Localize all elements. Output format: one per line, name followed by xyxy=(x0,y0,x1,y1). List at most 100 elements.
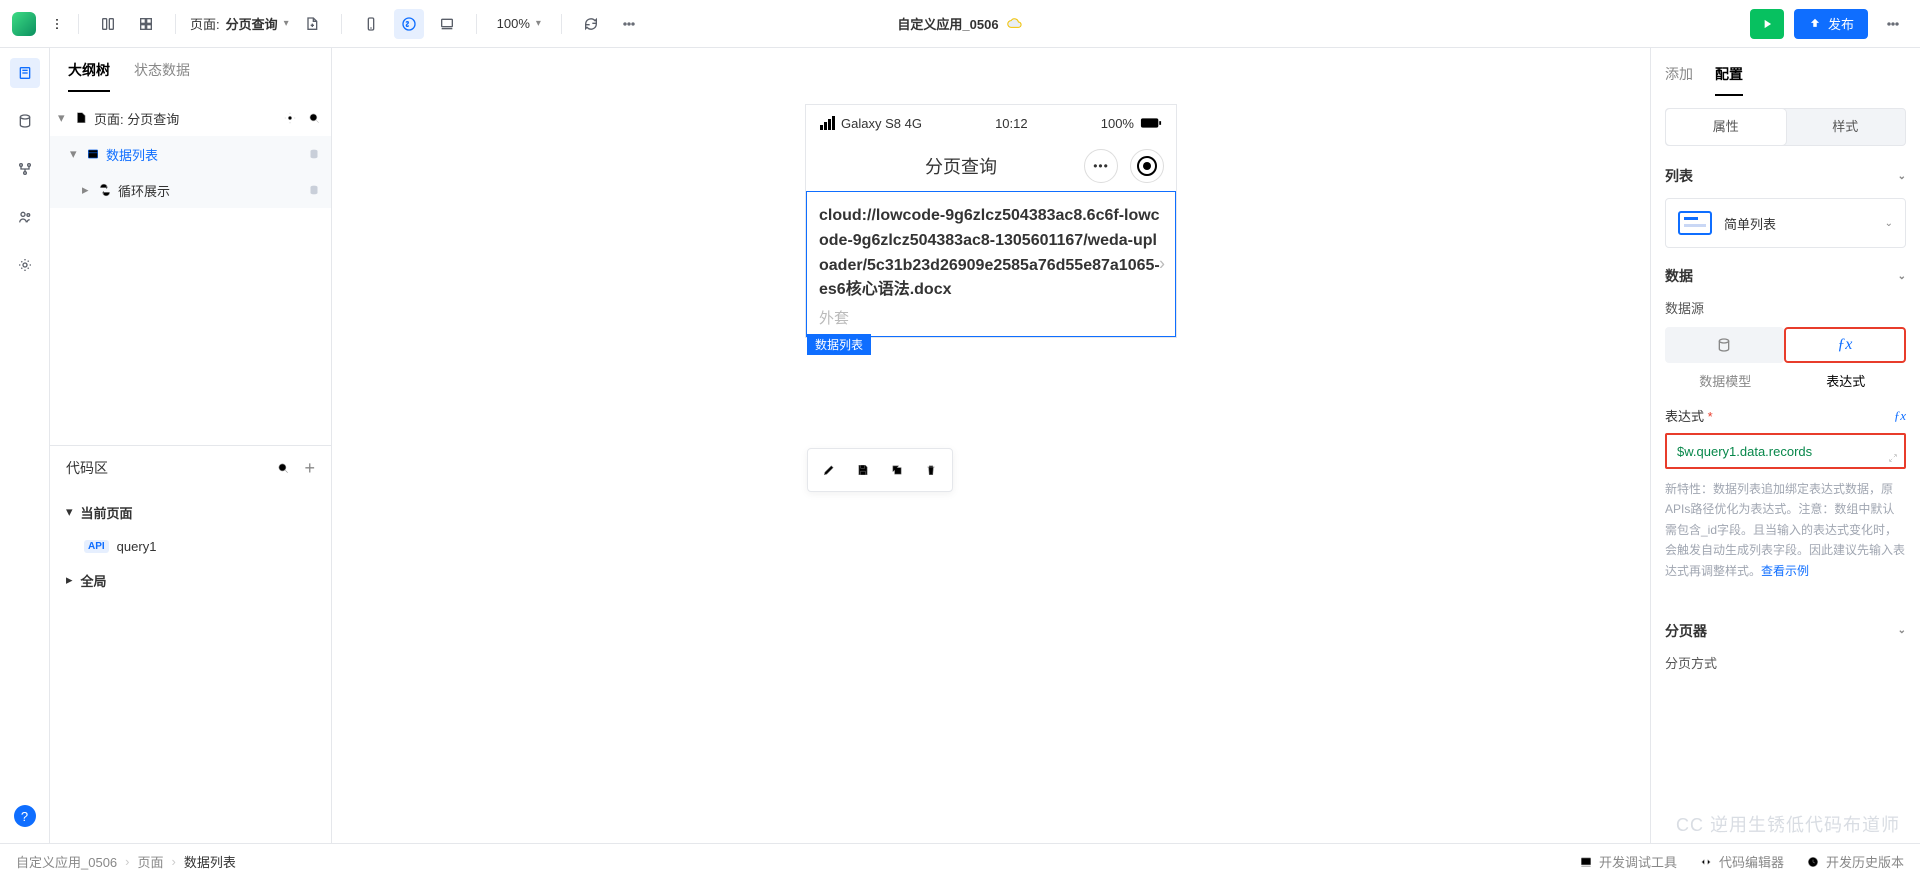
page-icon xyxy=(74,111,88,125)
datalist-item[interactable]: cloud://lowcode-9g6zlcz504383ac8.6c6f-lo… xyxy=(806,191,1176,337)
table-icon xyxy=(86,147,100,161)
bottom-bar: 自定义应用_0506› 页面› 数据列表 开发调试工具 代码编辑器 开发历史版本 xyxy=(0,843,1920,879)
item-title: cloud://lowcode-9g6zlcz504383ac8.6c6f-lo… xyxy=(819,204,1163,303)
section-data-header[interactable]: 数据⌄ xyxy=(1665,266,1906,286)
expression-hint: 新特性：数据列表追加绑定表达式数据，原APIs路径优化为表达式。注意：数组中默认… xyxy=(1665,479,1906,581)
tree-datalist-row[interactable]: ▾ 数据列表 xyxy=(50,136,331,172)
db-icon xyxy=(307,183,321,197)
rail-pages-icon[interactable] xyxy=(10,58,40,88)
list-thumb-icon xyxy=(1678,211,1712,235)
code-current-page[interactable]: ▾当前页面 xyxy=(50,495,331,529)
grid-icon[interactable] xyxy=(131,9,161,39)
code-query-item[interactable]: APIquery1 xyxy=(50,529,331,563)
expression-input[interactable]: $w.query1.data.records xyxy=(1665,433,1906,469)
page-selector[interactable]: 页面: 分页查询 ▾ xyxy=(190,14,289,33)
debug-tools[interactable]: 开发调试工具 xyxy=(1579,852,1677,871)
rail-flow-icon[interactable] xyxy=(10,154,40,184)
settings-more-icon[interactable] xyxy=(1878,9,1908,39)
new-page-icon[interactable] xyxy=(297,9,327,39)
ds-expr-button[interactable]: ƒx xyxy=(1784,327,1907,363)
outline-tree: ▾ 页面: 分页查询 ▾ 数据列表 ▸ 循环展示 xyxy=(50,92,331,216)
chevron-right-icon: › xyxy=(1159,254,1165,275)
db-icon xyxy=(307,147,321,161)
history-versions[interactable]: 开发历史版本 xyxy=(1806,852,1904,871)
seg-styles[interactable]: 样式 xyxy=(1786,109,1906,145)
search-icon[interactable] xyxy=(307,111,321,125)
expression-header: 表达式 ƒx xyxy=(1665,406,1906,425)
rail-users-icon[interactable] xyxy=(10,202,40,232)
datasource-label: 数据源 xyxy=(1665,298,1906,317)
canvas-area: Galaxy S8 4G 10:12 100% 分页查询 cloud://low… xyxy=(332,48,1650,843)
top-right: 发布 xyxy=(1750,9,1908,39)
mobile-icon[interactable] xyxy=(356,9,386,39)
desktop-icon[interactable] xyxy=(432,9,462,39)
mp-close-icon[interactable] xyxy=(1130,149,1164,183)
status-time: 10:12 xyxy=(995,116,1028,131)
zoom-selector[interactable]: 100%▾ xyxy=(491,16,547,31)
device-preview: Galaxy S8 4G 10:12 100% 分页查询 cloud://low… xyxy=(805,104,1177,338)
code-area-header: 代码区 + xyxy=(50,445,331,489)
left-panel: 大纲树 状态数据 ▾ 页面: 分页查询 ▾ 数据列表 ▸ xyxy=(50,48,332,843)
more-horizontal-icon[interactable] xyxy=(614,9,644,39)
prop-style-segment[interactable]: 属性 样式 xyxy=(1665,108,1906,146)
code-editor[interactable]: 代码编辑器 xyxy=(1699,852,1784,871)
fx-icon[interactable]: ƒx xyxy=(1894,408,1906,424)
more-vertical-icon[interactable] xyxy=(50,17,64,31)
pager-mode-label: 分页方式 xyxy=(1665,653,1906,672)
run-button[interactable] xyxy=(1750,9,1784,39)
loop-icon xyxy=(98,183,112,197)
rail-settings-icon[interactable] xyxy=(10,250,40,280)
expand-icon[interactable] xyxy=(1888,453,1898,463)
tab-state[interactable]: 状态数据 xyxy=(134,60,190,92)
left-rail: ? xyxy=(0,48,50,843)
mp-menu-icon[interactable] xyxy=(1084,149,1118,183)
right-panel: 添加 配置 属性 样式 列表⌄ 简单列表 ⌄ 数据⌄ 数据源 ƒx 数据模型 表… xyxy=(1650,48,1920,843)
edit-icon[interactable] xyxy=(812,455,846,485)
refresh-icon[interactable] xyxy=(576,9,606,39)
selection-tag: 数据列表 xyxy=(807,334,871,355)
right-tabs: 添加 配置 xyxy=(1665,64,1906,96)
item-subtitle: 外套 xyxy=(819,307,1163,328)
code-tree: ▾当前页面 APIquery1 ▸全局 xyxy=(50,489,331,603)
tree-loop-row[interactable]: ▸ 循环展示 xyxy=(50,172,331,208)
rail-database-icon[interactable] xyxy=(10,106,40,136)
ds-model-label: 数据模型 xyxy=(1665,371,1786,390)
tab-add[interactable]: 添加 xyxy=(1665,64,1693,96)
hint-link[interactable]: 查看示例 xyxy=(1761,564,1809,578)
publish-button[interactable]: 发布 xyxy=(1794,9,1868,39)
delete-icon[interactable] xyxy=(914,455,948,485)
code-global[interactable]: ▸全局 xyxy=(50,563,331,597)
miniprogram-icon[interactable] xyxy=(394,9,424,39)
section-pager-header[interactable]: 分页器⌄ xyxy=(1665,621,1906,641)
search-icon[interactable] xyxy=(276,461,290,475)
seg-properties[interactable]: 属性 xyxy=(1666,109,1786,145)
save-icon[interactable] xyxy=(846,455,880,485)
tab-config[interactable]: 配置 xyxy=(1715,64,1743,96)
crumb-current: 数据列表 xyxy=(184,852,236,871)
crumb-app[interactable]: 自定义应用_0506 xyxy=(16,852,117,871)
battery-icon xyxy=(1140,117,1162,129)
tree-page-row[interactable]: ▾ 页面: 分页查询 xyxy=(50,100,331,136)
selection-toolbar xyxy=(807,448,953,492)
help-icon[interactable]: ? xyxy=(14,805,36,827)
section-list-header[interactable]: 列表⌄ xyxy=(1665,166,1906,186)
crumb-page[interactable]: 页面 xyxy=(138,852,164,871)
gear-icon[interactable] xyxy=(283,111,297,125)
app-title: 自定义应用_0506 xyxy=(897,14,1022,33)
signal-icon xyxy=(820,116,835,130)
app-logo xyxy=(12,12,36,36)
left-tabs: 大纲树 状态数据 xyxy=(50,48,331,92)
device-statusbar: Galaxy S8 4G 10:12 100% xyxy=(806,105,1176,141)
ds-model-button[interactable] xyxy=(1665,327,1784,363)
device-header: 分页查询 xyxy=(806,141,1176,191)
tab-outline[interactable]: 大纲树 xyxy=(68,60,110,92)
datasource-segment: ƒx xyxy=(1665,327,1906,363)
main-area: ? 大纲树 状态数据 ▾ 页面: 分页查询 ▾ 数据列表 xyxy=(0,48,1920,843)
ds-expr-label: 表达式 xyxy=(1786,371,1907,390)
device-page-title: 分页查询 xyxy=(838,153,1084,179)
cloud-sync-icon xyxy=(1007,16,1023,32)
add-icon[interactable]: + xyxy=(304,461,315,475)
panel-icon[interactable] xyxy=(93,9,123,39)
copy-icon[interactable] xyxy=(880,455,914,485)
list-template-card[interactable]: 简单列表 ⌄ xyxy=(1665,198,1906,248)
